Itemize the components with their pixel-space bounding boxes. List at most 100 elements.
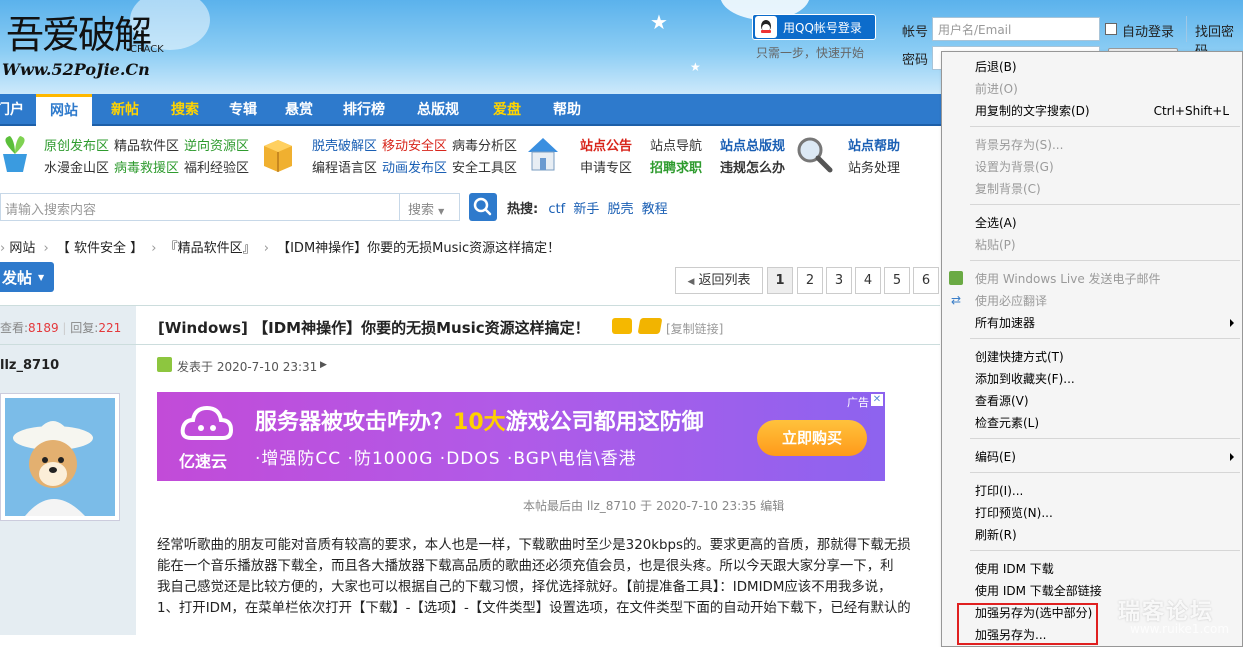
ad-buy-button[interactable]: 立即购买	[757, 420, 867, 456]
account-input[interactable]: 用户名/Email	[932, 17, 1100, 41]
link-site-help[interactable]: 站点帮助	[848, 135, 900, 154]
thread-title: [Windows] 【IDM神操作】你要的无损Music资源这样搞定！	[158, 319, 590, 337]
menu-item-forward[interactable]: 前进(O)	[975, 79, 1018, 99]
back-to-list-button[interactable]: ◀ 返回列表	[675, 267, 763, 294]
link-welfare[interactable]: 福利经验区	[184, 157, 249, 176]
highlight-box	[957, 603, 1098, 645]
ad-brand: 亿速云	[179, 452, 228, 471]
hot-search-term[interactable]: ctf	[548, 202, 565, 217]
qq-login-button[interactable]: 用QQ帐号登录	[752, 14, 876, 40]
nav-item-help[interactable]: 帮助	[542, 94, 592, 126]
menu-item-idm-download[interactable]: 使用 IDM 下载	[975, 559, 1054, 579]
nav-item-albums[interactable]: 专辑	[220, 94, 266, 126]
site-logo[interactable]: 吾爱破解 CRACK Www.52PoJie.Cn	[0, 0, 180, 90]
menu-item-print-preview[interactable]: 打印预览(N)...	[975, 503, 1053, 523]
breadcrumb-item[interactable]: 【 软件安全 】	[57, 241, 143, 256]
breadcrumb-item[interactable]: 『精品软件区』	[165, 241, 256, 256]
hot-search-term[interactable]: 教程	[642, 202, 668, 217]
author-name[interactable]: llz_8710	[0, 358, 59, 373]
page-link[interactable]: 6	[913, 267, 939, 294]
page-link[interactable]: 4	[855, 267, 881, 294]
link-animation-release[interactable]: 动画发布区	[382, 157, 447, 176]
link-quality-software[interactable]: 精品软件区	[114, 135, 179, 154]
link-original-release[interactable]: 原创发布区	[44, 135, 109, 154]
hot-search-term[interactable]: 新手	[573, 202, 599, 217]
menu-item-idm-download-all[interactable]: 使用 IDM 下载全部链接	[975, 581, 1102, 601]
menu-item-search-copied[interactable]: 用复制的文字搜索(D) Ctrl+Shift+L	[975, 101, 1241, 121]
menu-separator	[970, 204, 1240, 205]
breadcrumb-item[interactable]: 【IDM神操作】你要的无损Music资源这样搞定！	[277, 241, 560, 256]
new-post-button[interactable]: 发帖 ▼	[0, 262, 54, 292]
search-button[interactable]	[469, 193, 497, 221]
breadcrumb-separator: ›	[263, 241, 269, 256]
nav-item-new-posts[interactable]: 新帖	[100, 94, 150, 126]
nav-item-aipan[interactable]: 爱盘	[482, 94, 532, 126]
translate-icon: ⇄	[950, 293, 962, 307]
menu-item-bing-translate[interactable]: 使用必应翻译	[975, 291, 1047, 311]
qq-icon	[755, 16, 777, 38]
menu-item-view-source[interactable]: 查看源(V)	[975, 391, 1029, 411]
nav-item-rules[interactable]: 总版规	[408, 94, 468, 126]
hot-search-term[interactable]: 脱壳	[607, 202, 633, 217]
page-link[interactable]: 3	[826, 267, 852, 294]
link-violations[interactable]: 违规怎么办	[720, 157, 785, 176]
replies-label: 回复:	[70, 321, 99, 335]
link-site-rules[interactable]: 站点总版规	[720, 135, 785, 154]
menu-item-inspect[interactable]: 检查元素(L)	[975, 413, 1039, 433]
link-site-affairs[interactable]: 站务处理	[848, 157, 900, 176]
ad-banner[interactable]: 亿速云 服务器被攻击咋办？10大游戏公司都用这防御 ·增强防CC ·防1000G…	[157, 392, 885, 481]
auto-login-label: 自动登录	[1122, 25, 1175, 40]
link-security-tools[interactable]: 安全工具区	[452, 157, 517, 176]
quick-links: 原创发布区 精品软件区 逆向资源区 水漫金山区 病毒救援区 福利经验区 脱壳破解…	[0, 126, 940, 184]
menu-item-copy-background[interactable]: 复制背景(C)	[975, 179, 1041, 199]
new-post-label: 发帖	[2, 268, 33, 287]
menu-item-create-shortcut[interactable]: 创建快捷方式(T)	[975, 347, 1064, 367]
menu-separator	[970, 438, 1240, 439]
search-input[interactable]: 请输入搜索内容	[0, 193, 400, 221]
link-mobile-security[interactable]: 移动安全区	[382, 135, 447, 154]
page-link[interactable]: 5	[884, 267, 910, 294]
nav-item-portal[interactable]: 门户	[0, 94, 28, 126]
search-type-select[interactable]: 搜索 ▼	[400, 193, 460, 221]
views-count: 8189	[28, 321, 59, 335]
link-water-area[interactable]: 水漫金山区	[44, 157, 109, 176]
triangle-right-icon[interactable]: ▶	[320, 360, 327, 370]
link-virus-analysis[interactable]: 病毒分析区	[452, 135, 517, 154]
link-jobs[interactable]: 招聘求职	[650, 157, 702, 176]
menu-item-back[interactable]: 后退(B)	[975, 57, 1017, 77]
ad-subtitle: ·增强防CC ·防1000G ·DDOS ·BGP\电信\香港	[255, 449, 637, 469]
breadcrumb-item[interactable]: 网站	[9, 241, 35, 256]
copy-link[interactable]: [复制链接]	[666, 320, 723, 337]
plant-icon	[0, 134, 36, 174]
menu-item-select-all[interactable]: 全选(A)	[975, 213, 1017, 233]
magnifier-icon	[794, 134, 833, 174]
auto-login-checkbox[interactable]	[1105, 23, 1117, 35]
link-virus-rescue[interactable]: 病毒救援区	[114, 157, 179, 176]
link-unpack-crack[interactable]: 脱壳破解区	[312, 135, 377, 154]
menu-item-encoding[interactable]: 编码(E)	[975, 447, 1237, 467]
nav-item-ranking[interactable]: 排行榜	[334, 94, 394, 126]
nav-item-search[interactable]: 搜索	[160, 94, 210, 126]
avatar[interactable]	[0, 393, 120, 521]
link-reverse-resources[interactable]: 逆向资源区	[184, 135, 249, 154]
post-body-line: 1、打开IDM，在菜单栏依次打开【下载】-【选项】-【文件类型】设置选项，在文件…	[157, 601, 911, 616]
menu-item-windows-live-email[interactable]: 使用 Windows Live 发送电子邮件	[975, 269, 1161, 289]
ad-headline-c: 游戏公司都用这防御	[505, 410, 704, 435]
link-apply-area[interactable]: 申请专区	[580, 157, 632, 176]
link-site-announce[interactable]: 站点公告	[580, 135, 632, 154]
close-icon[interactable]: ✕	[871, 394, 883, 406]
menu-item-paste[interactable]: 粘贴(P)	[975, 235, 1016, 255]
menu-item-save-background[interactable]: 背景另存为(S)...	[975, 135, 1063, 155]
hot-search: 热搜: ctf 新手 脱壳 教程	[507, 198, 668, 217]
menu-item-refresh[interactable]: 刷新(R)	[975, 525, 1017, 545]
page-link-current[interactable]: 1	[767, 267, 793, 294]
menu-item-all-accelerators[interactable]: 所有加速器	[975, 313, 1237, 333]
link-programming[interactable]: 编程语言区	[312, 157, 377, 176]
menu-item-add-favorites[interactable]: 添加到收藏夹(F)...	[975, 369, 1075, 389]
menu-item-print[interactable]: 打印(I)...	[975, 481, 1023, 501]
nav-item-forum[interactable]: 网站	[36, 94, 92, 126]
menu-item-set-background[interactable]: 设置为背景(G)	[975, 157, 1054, 177]
page-link[interactable]: 2	[797, 267, 823, 294]
link-site-nav[interactable]: 站点导航	[650, 135, 702, 154]
nav-item-rewards[interactable]: 悬赏	[276, 94, 322, 126]
